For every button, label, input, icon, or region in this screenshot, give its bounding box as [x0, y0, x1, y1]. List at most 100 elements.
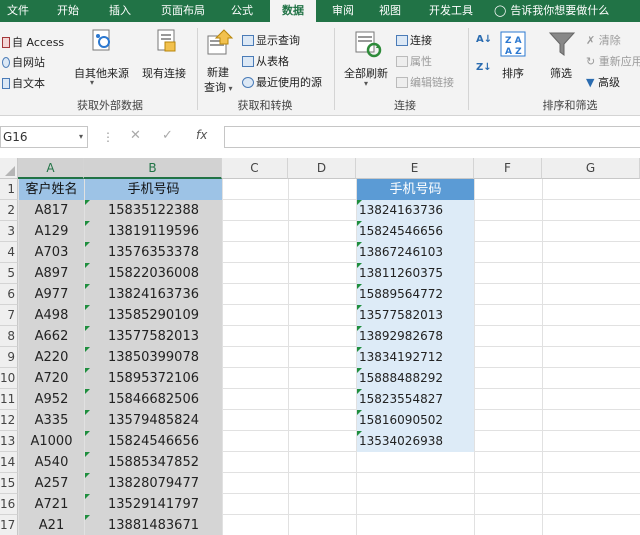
- row-header[interactable]: 7: [0, 305, 18, 326]
- from-table-button[interactable]: 从表格: [242, 53, 289, 69]
- tell-me-box[interactable]: ◯ 告诉我你想要做什么: [494, 0, 609, 22]
- from-other-sources-button[interactable]: 自其他来源: [74, 65, 129, 81]
- row-header[interactable]: 3: [0, 221, 18, 242]
- table-cell-phone-e[interactable]: 15824546656: [357, 221, 474, 242]
- sort-button[interactable]: 排序: [502, 65, 524, 81]
- from-web-button[interactable]: 自网站: [2, 54, 45, 70]
- properties-button[interactable]: 属性: [396, 53, 432, 69]
- row-header[interactable]: 8: [0, 326, 18, 347]
- table-cell-phone-e[interactable]: 13534026938: [357, 431, 474, 452]
- column-header-a[interactable]: A: [18, 158, 84, 179]
- table-cell-phone[interactable]: 15835122388: [85, 200, 222, 221]
- table-cell-phone[interactable]: 13824163736: [85, 284, 222, 305]
- table-cell-customer-name[interactable]: A21: [19, 515, 84, 535]
- table-cell-phone[interactable]: 15885347852: [85, 452, 222, 473]
- new-query-dropdown[interactable]: 查询 ▾: [204, 79, 233, 95]
- column-header-b[interactable]: B: [84, 158, 222, 179]
- column-header-c[interactable]: C: [222, 158, 288, 179]
- table-cell-phone[interactable]: 13579485824: [85, 410, 222, 431]
- tab-home[interactable]: 开始: [48, 0, 88, 22]
- table-cell-customer-name[interactable]: A703: [19, 242, 84, 263]
- table-cell-phone-e[interactable]: 15888488292: [357, 368, 474, 389]
- table-cell-customer-name[interactable]: A897: [19, 263, 84, 284]
- table-cell-phone[interactable]: 15824546656: [85, 431, 222, 452]
- clear-filter-button[interactable]: ✗ 清除: [586, 32, 621, 48]
- table-cell-customer-name[interactable]: A952: [19, 389, 84, 410]
- column-header-e[interactable]: E: [356, 158, 474, 179]
- table-cell-customer-name[interactable]: A257: [19, 473, 84, 494]
- table-cell-customer-name[interactable]: A977: [19, 284, 84, 305]
- sort-ascending-icon[interactable]: A↓: [476, 34, 492, 45]
- row-header[interactable]: 14: [0, 452, 18, 473]
- formula-input[interactable]: [224, 126, 640, 148]
- table-header-customer-name[interactable]: 客户姓名: [19, 179, 84, 200]
- reapply-button[interactable]: ↻ 重新应用: [586, 53, 640, 69]
- table-cell-phone[interactable]: 15822036008: [85, 263, 222, 284]
- table-cell-phone[interactable]: 13850399078: [85, 347, 222, 368]
- row-header[interactable]: 10: [0, 368, 18, 389]
- tab-page-layout[interactable]: 页面布局: [150, 0, 216, 22]
- table-cell-phone-e[interactable]: 13824163736: [357, 200, 474, 221]
- new-query-button[interactable]: 新建: [207, 64, 229, 80]
- table-cell-customer-name[interactable]: A220: [19, 347, 84, 368]
- table-cell-phone-e[interactable]: 13811260375: [357, 263, 474, 284]
- table-cell-phone[interactable]: 13828079477: [85, 473, 222, 494]
- row-header[interactable]: 17: [0, 515, 18, 535]
- row-header[interactable]: 5: [0, 263, 18, 284]
- advanced-filter-button[interactable]: ▼ 高级: [586, 74, 620, 90]
- column-header-g[interactable]: G: [542, 158, 640, 179]
- column-header-d[interactable]: D: [288, 158, 356, 179]
- row-header[interactable]: 16: [0, 494, 18, 515]
- table-cell-phone[interactable]: 13881483671: [85, 515, 222, 535]
- table-cell-phone-e[interactable]: 15823554827: [357, 389, 474, 410]
- tab-formulas[interactable]: 公式: [224, 0, 260, 22]
- tab-review[interactable]: 审阅: [324, 0, 362, 22]
- table-cell-phone[interactable]: 13819119596: [85, 221, 222, 242]
- recent-sources-button[interactable]: 最近使用的源: [242, 74, 322, 90]
- table-cell-phone-e[interactable]: 15816090502: [357, 410, 474, 431]
- row-header[interactable]: 13: [0, 431, 18, 452]
- table-cell-customer-name[interactable]: A720: [19, 368, 84, 389]
- table-cell-customer-name[interactable]: A335: [19, 410, 84, 431]
- table-cell-customer-name[interactable]: A129: [19, 221, 84, 242]
- tab-developer[interactable]: 开发工具: [422, 0, 480, 22]
- table-cell-customer-name[interactable]: A817: [19, 200, 84, 221]
- table-cell-phone[interactable]: 13585290109: [85, 305, 222, 326]
- table-header-phone[interactable]: 手机号码: [85, 179, 222, 200]
- insert-function-icon[interactable]: fx: [196, 128, 207, 142]
- show-queries-button[interactable]: 显示查询: [242, 32, 300, 48]
- from-access-button[interactable]: 自 Access: [2, 34, 64, 50]
- enter-check-icon[interactable]: ✓: [162, 128, 173, 143]
- table-cell-phone[interactable]: 13529141797: [85, 494, 222, 515]
- table-cell-phone-e[interactable]: 15889564772: [357, 284, 474, 305]
- table-cell-phone-e[interactable]: 13577582013: [357, 305, 474, 326]
- row-header[interactable]: 15: [0, 473, 18, 494]
- table-cell-customer-name[interactable]: A498: [19, 305, 84, 326]
- table-cell-phone[interactable]: 15846682506: [85, 389, 222, 410]
- table-cell-customer-name[interactable]: A662: [19, 326, 84, 347]
- select-all-corner[interactable]: [0, 158, 18, 179]
- row-header[interactable]: 9: [0, 347, 18, 368]
- tab-file[interactable]: 文件: [0, 0, 36, 22]
- column-header-f[interactable]: F: [474, 158, 542, 179]
- from-text-button[interactable]: 自文本: [2, 75, 45, 91]
- table-cell-customer-name[interactable]: A540: [19, 452, 84, 473]
- edit-links-button[interactable]: 编辑链接: [396, 74, 454, 90]
- row-header[interactable]: 12: [0, 410, 18, 431]
- connections-button[interactable]: 连接: [396, 32, 432, 48]
- table-cell-phone[interactable]: 13576353378: [85, 242, 222, 263]
- name-box[interactable]: G16 ▾: [0, 126, 88, 148]
- row-header[interactable]: 4: [0, 242, 18, 263]
- table-cell-phone-e[interactable]: 13867246103: [357, 242, 474, 263]
- table-cell-phone[interactable]: 13577582013: [85, 326, 222, 347]
- table-cell-phone-e[interactable]: 13892982678: [357, 326, 474, 347]
- tab-insert[interactable]: 插入: [100, 0, 140, 22]
- existing-connections-button[interactable]: 现有连接: [142, 65, 186, 81]
- tab-view[interactable]: 视图: [372, 0, 408, 22]
- tab-data[interactable]: 数据: [270, 0, 316, 22]
- cancel-x-icon[interactable]: ✕: [130, 128, 141, 143]
- row-header[interactable]: 11: [0, 389, 18, 410]
- row-header[interactable]: 1: [0, 179, 18, 200]
- filter-button[interactable]: 筛选: [550, 65, 572, 81]
- table-cell-phone-e[interactable]: 13834192712: [357, 347, 474, 368]
